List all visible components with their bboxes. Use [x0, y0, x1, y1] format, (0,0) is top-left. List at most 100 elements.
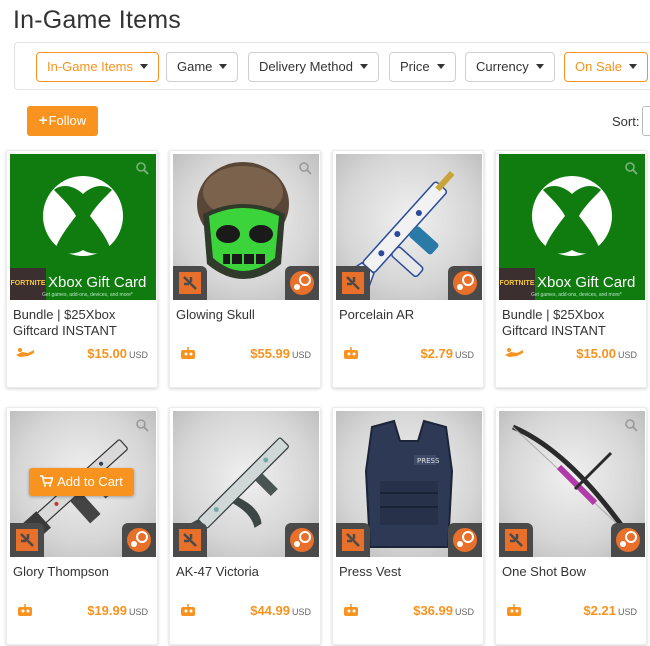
bot-delivery-icon — [18, 604, 32, 616]
price-currency: USD — [128, 350, 148, 360]
rust-icon — [179, 272, 201, 294]
rust-icon — [16, 529, 38, 551]
zoom-icon[interactable] — [135, 418, 149, 432]
price-value: $36.99 — [413, 603, 453, 618]
caret-down-icon — [219, 64, 228, 69]
filter-in-game-items[interactable]: In-Game Items — [36, 52, 159, 82]
product-name[interactable]: One Shot Bow — [502, 564, 642, 580]
bot-delivery-icon — [181, 347, 195, 359]
product-card[interactable]: Glowing Skull $55.99 USD — [169, 150, 321, 388]
product-price: $19.99 USD — [87, 603, 148, 618]
steam-badge — [611, 523, 645, 557]
caret-down-icon — [359, 64, 368, 69]
product-card[interactable]: FORTNITE Xbox Gift Card Get games, add-o… — [6, 150, 158, 388]
filter-label: Delivery Method — [259, 59, 353, 74]
rust-game-badge — [336, 266, 370, 300]
steam-icon — [127, 528, 151, 552]
steam-badge — [448, 523, 482, 557]
price-currency: USD — [291, 607, 311, 617]
rust-game-badge — [336, 523, 370, 557]
rust-game-badge — [10, 523, 44, 557]
filter-label: In-Game Items — [47, 59, 133, 74]
steam-badge — [285, 523, 319, 557]
fortnite-label: FORTNITE — [10, 268, 46, 300]
page-title: In-Game Items — [13, 6, 181, 34]
bot-delivery-icon — [344, 604, 358, 616]
product-card[interactable]: Glory Thompson $19.99 USD — [6, 407, 158, 645]
product-name[interactable]: AK-47 Victoria — [176, 564, 316, 580]
price-currency: USD — [617, 607, 637, 617]
zoom-icon[interactable] — [135, 161, 149, 175]
product-image-glowing-skull[interactable] — [173, 154, 319, 300]
caret-down-icon — [535, 64, 544, 69]
product-card[interactable]: One Shot Bow $2.21 USD — [495, 407, 647, 645]
filter-price[interactable]: Price — [389, 52, 456, 82]
product-image-one-shot-bow[interactable] — [499, 411, 645, 557]
zoom-icon[interactable] — [298, 161, 312, 175]
product-name[interactable]: Glory Thompson — [13, 564, 153, 580]
bot-delivery-icon — [344, 347, 358, 359]
zoom-icon[interactable] — [624, 418, 638, 432]
price-currency: USD — [128, 607, 148, 617]
product-image-porcelain-ar[interactable] — [336, 154, 482, 300]
product-price: $15.00 USD — [576, 346, 637, 361]
rust-icon — [505, 529, 527, 551]
rust-icon — [342, 529, 364, 551]
price-currency: USD — [617, 350, 637, 360]
price-value: $15.00 — [87, 346, 127, 361]
sort-label: Sort: — [612, 114, 640, 129]
follow-label: Follow — [48, 113, 87, 128]
fortnite-label: FORTNITE — [499, 268, 535, 300]
cart-icon — [40, 475, 54, 487]
product-name[interactable]: Bundle | $25Xbox Giftcard INSTANT — [502, 307, 642, 339]
xbox-caption: Xbox Gift Card — [48, 274, 147, 291]
steam-badge — [122, 523, 156, 557]
product-card[interactable]: AK-47 Victoria $44.99 USD — [169, 407, 321, 645]
steam-badge — [448, 266, 482, 300]
instant-delivery-icon — [16, 348, 34, 357]
caret-down-icon — [628, 64, 637, 69]
caret-down-icon — [139, 64, 148, 69]
steam-icon — [616, 528, 640, 552]
product-name[interactable]: Glowing Skull — [176, 307, 316, 323]
price-currency: USD — [291, 350, 311, 360]
add-to-cart-button[interactable]: Add to Cart — [29, 468, 134, 496]
instant-delivery-icon — [505, 348, 523, 357]
rust-icon — [179, 529, 201, 551]
xbox-subtext: Get games, add-ons, devices, and more* — [42, 292, 133, 298]
product-card[interactable]: Porcelain AR $2.79 USD — [332, 150, 484, 388]
product-price: $15.00 USD — [87, 346, 148, 361]
product-card[interactable]: FORTNITE Xbox Gift Card Get games, add-o… — [495, 150, 647, 388]
steam-badge — [285, 266, 319, 300]
product-card[interactable]: PRESS Press Vest $36.99 USD — [332, 407, 484, 645]
filter-currency[interactable]: Currency — [465, 52, 555, 82]
steam-icon — [290, 528, 314, 552]
product-name[interactable]: Bundle | $25Xbox Giftcard INSTANT — [13, 307, 153, 339]
product-image-ak47-victoria[interactable] — [173, 411, 319, 557]
filter-on-sale[interactable]: On Sale — [564, 52, 648, 82]
rust-game-badge — [173, 523, 207, 557]
steam-icon — [453, 271, 477, 295]
follow-button[interactable]: +Follow — [27, 106, 98, 136]
xbox-subtext: Get games, add-ons, devices, and more* — [531, 292, 622, 298]
product-name[interactable]: Press Vest — [339, 564, 479, 580]
filter-delivery-method[interactable]: Delivery Method — [248, 52, 379, 82]
product-name[interactable]: Porcelain AR — [339, 307, 479, 323]
product-image-press-vest[interactable]: PRESS — [336, 411, 482, 557]
add-to-cart-label: Add to Cart — [57, 474, 123, 489]
sort-dropdown[interactable] — [642, 106, 650, 136]
rust-game-badge — [173, 266, 207, 300]
svg-text:PRESS: PRESS — [417, 457, 440, 465]
rust-icon — [342, 272, 364, 294]
price-value: $15.00 — [576, 346, 616, 361]
filter-bar: In-Game Items Game Delivery Method Price… — [14, 42, 650, 90]
product-image-xbox-gift-card[interactable]: FORTNITE Xbox Gift Card Get games, add-o… — [10, 154, 156, 300]
bot-delivery-icon — [181, 604, 195, 616]
zoom-icon[interactable] — [624, 161, 638, 175]
filter-game[interactable]: Game — [166, 52, 239, 82]
xbox-caption: Xbox Gift Card — [537, 274, 636, 291]
price-value: $2.79 — [420, 346, 453, 361]
steam-icon — [453, 528, 477, 552]
filter-label: Game — [177, 59, 213, 74]
product-image-xbox-gift-card[interactable]: FORTNITE Xbox Gift Card Get games, add-o… — [499, 154, 645, 300]
